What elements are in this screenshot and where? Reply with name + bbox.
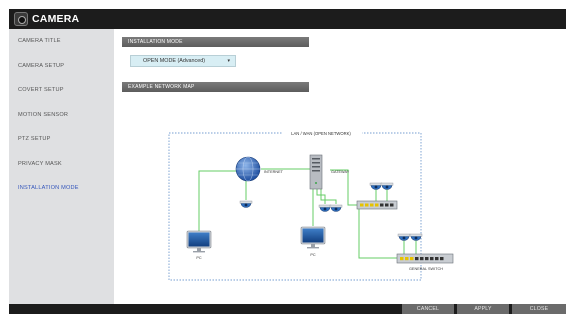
- pc-monitor-icon: [186, 230, 212, 253]
- gateway-server-icon: [309, 154, 323, 190]
- gateway-label: GATEWAY: [331, 170, 350, 174]
- sidebar-item-camera-title[interactable]: CAMERA TITLE: [9, 29, 114, 54]
- network-map-diagram: LAN / WAN (OPEN NETWORK) INTERNET GATEWA…: [168, 129, 454, 281]
- pc-monitor-icon: [300, 226, 326, 249]
- dome-camera-icon: [397, 233, 411, 241]
- camera-window: CAMERA CAMERA TITLE CAMERA SETUP COVERT …: [9, 9, 566, 314]
- lan-wan-label: LAN / WAN (OPEN NETWORK): [291, 131, 351, 136]
- internet-globe-icon: [235, 156, 261, 182]
- main-panel: INSTALLATION MODE OPEN MODE (Advanced) ▾…: [114, 29, 566, 304]
- cancel-button[interactable]: CANCEL: [402, 304, 454, 314]
- dome-camera-icon: [318, 204, 332, 212]
- general-switch-label: GENERAL SWITCH: [409, 267, 443, 271]
- sidebar-item-covert-setup[interactable]: COVERT SETUP: [9, 78, 114, 103]
- dome-camera-icon: [409, 233, 423, 241]
- sidebar-item-motion-sensor[interactable]: MOTION SENSOR: [9, 103, 114, 128]
- internet-label: INTERNET: [264, 170, 284, 174]
- sidebar-item-camera-setup[interactable]: CAMERA SETUP: [9, 54, 114, 79]
- dome-camera-icon: [239, 200, 253, 208]
- title-bar: CAMERA: [9, 9, 566, 29]
- footer-bar: CANCEL APPLY CLOSE: [9, 304, 566, 314]
- general-switch-icon: [396, 253, 454, 264]
- apply-button[interactable]: APPLY: [457, 304, 509, 314]
- pc-label-mid: PC: [310, 253, 316, 257]
- pc-label-left: PC: [196, 256, 202, 260]
- sidebar-item-ptz-setup[interactable]: PTZ SETUP: [9, 127, 114, 152]
- dome-camera-icon: [369, 182, 383, 190]
- dome-camera-icon: [329, 204, 343, 212]
- close-button[interactable]: CLOSE: [512, 304, 566, 314]
- camera-icon: [14, 12, 28, 26]
- sidebar-item-privacy-mask[interactable]: PRIVACY MASK: [9, 152, 114, 177]
- network-switch-icon: [356, 200, 398, 210]
- network-links: [198, 168, 417, 259]
- dome-camera-icon: [380, 182, 394, 190]
- window-title: CAMERA: [32, 13, 80, 25]
- sidebar: CAMERA TITLE CAMERA SETUP COVERT SETUP M…: [9, 29, 114, 304]
- sidebar-item-installation-mode[interactable]: INSTALLATION MODE: [9, 176, 114, 201]
